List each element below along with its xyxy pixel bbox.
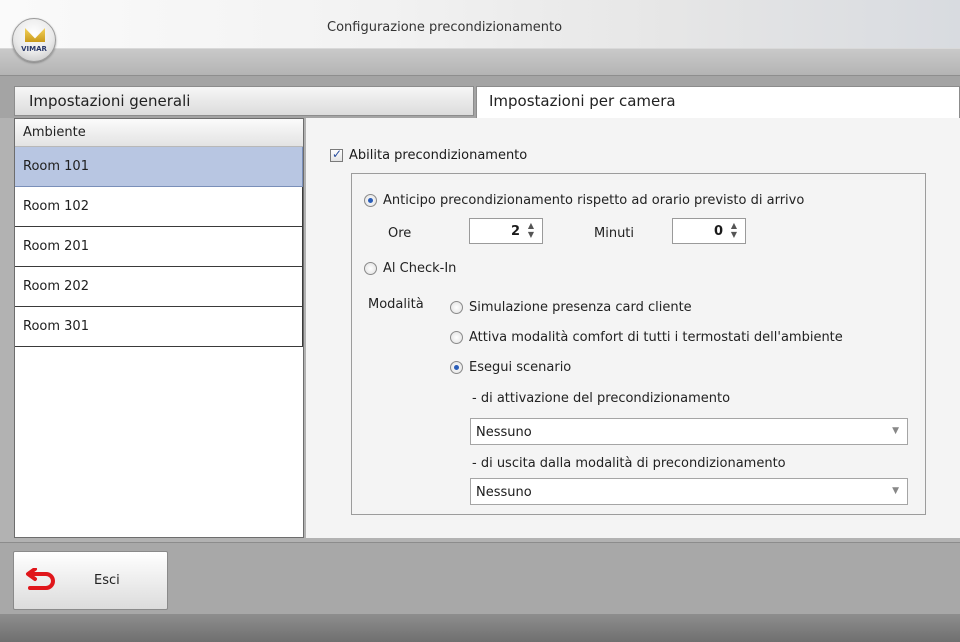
exit-button-label: Esci (94, 573, 120, 588)
mode-option-label: Attiva modalità comfort di tutti i termo… (469, 330, 843, 345)
checkin-option[interactable]: Al Check-In (364, 261, 456, 276)
room-list-item[interactable]: Room 201 (15, 227, 303, 267)
window-title: Configurazione precondizionamento (327, 20, 563, 35)
check-icon: ✓ (332, 147, 343, 161)
mode-radio[interactable] (450, 331, 463, 344)
room-list-header: Ambiente (15, 119, 303, 147)
anticipo-radio[interactable] (364, 194, 377, 207)
mode-option-scenario[interactable]: Esegui scenario (450, 360, 571, 375)
title-bar: Configurazione precondizionamento (0, 0, 960, 48)
status-bar (0, 614, 960, 642)
enable-precondition-label: Abilita precondizionamento (349, 148, 528, 163)
hours-value: 2 (510, 224, 520, 239)
checkin-radio[interactable] (364, 262, 377, 275)
room-settings-panel: ✓ Abilita precondizionamento Anticipo pr… (306, 118, 960, 538)
vimar-logo-icon (25, 28, 45, 42)
chevron-down-icon[interactable]: ▼ (892, 486, 899, 496)
mode-radio[interactable] (450, 361, 463, 374)
stepper-arrows-icon[interactable]: ▲ ▼ (526, 221, 536, 239)
mode-option-card-simulation[interactable]: Simulazione presenza card cliente (450, 300, 692, 315)
exit-scenario-value: Nessuno (476, 485, 532, 500)
minutes-label: Minuti (594, 226, 635, 241)
anticipo-label: Anticipo precondizionamento rispetto ad … (383, 193, 805, 208)
app-logo[interactable]: VIMAR (12, 18, 56, 62)
tabs-bar: Impostazioni generali Impostazioni per c… (0, 76, 960, 118)
undo-arrow-icon (26, 567, 55, 590)
content-area: Ambiente Room 101 Room 102 Room 201 Room… (0, 118, 960, 542)
mode-option-label: Simulazione presenza card cliente (469, 300, 692, 315)
chevron-down-icon[interactable]: ▼ (892, 426, 899, 436)
activation-scenario-select[interactable]: Nessuno ▼ (470, 418, 908, 445)
enable-precondition-checkbox[interactable]: ✓ (330, 147, 343, 162)
activation-scenario-label: - di attivazione del precondizionamento (472, 391, 731, 406)
enable-precondition-row[interactable]: ✓ Abilita precondizionamento (330, 147, 528, 163)
bottom-bar: Esci (0, 542, 960, 614)
minutes-value: 0 (713, 224, 723, 239)
tab-room-settings[interactable]: Impostazioni per camera (476, 86, 960, 118)
exit-scenario-label: - di uscita dalla modalità di precondizi… (472, 456, 786, 471)
logo-brand-text: VIMAR (21, 45, 47, 53)
room-list-panel: Ambiente Room 101 Room 102 Room 201 Room… (14, 118, 304, 538)
mode-option-label: Esegui scenario (469, 360, 572, 375)
room-list-item[interactable]: Room 102 (15, 187, 303, 227)
minutes-stepper[interactable]: 0 ▲ ▼ (672, 218, 746, 244)
anticipo-option[interactable]: Anticipo precondizionamento rispetto ad … (364, 193, 804, 208)
tab-general-settings[interactable]: Impostazioni generali (14, 86, 474, 116)
hours-label: Ore (388, 226, 412, 241)
room-list-item[interactable]: Room 301 (15, 307, 303, 347)
room-list-item[interactable]: Room 202 (15, 267, 303, 307)
exit-scenario-select[interactable]: Nessuno ▼ (470, 478, 908, 505)
stepper-arrows-icon[interactable]: ▲ ▼ (729, 221, 739, 239)
checkin-label: Al Check-In (383, 261, 457, 276)
room-list-item[interactable]: Room 101 (15, 147, 303, 187)
mode-label: Modalità (368, 297, 424, 312)
hours-stepper[interactable]: 2 ▲ ▼ (469, 218, 543, 244)
mode-option-comfort[interactable]: Attiva modalità comfort di tutti i termo… (450, 330, 843, 345)
activation-scenario-value: Nessuno (476, 425, 532, 440)
mode-radio[interactable] (450, 301, 463, 314)
precondition-options-group: Anticipo precondizionamento rispetto ad … (351, 173, 926, 515)
exit-button[interactable]: Esci (13, 551, 168, 610)
menu-bar (0, 48, 960, 76)
